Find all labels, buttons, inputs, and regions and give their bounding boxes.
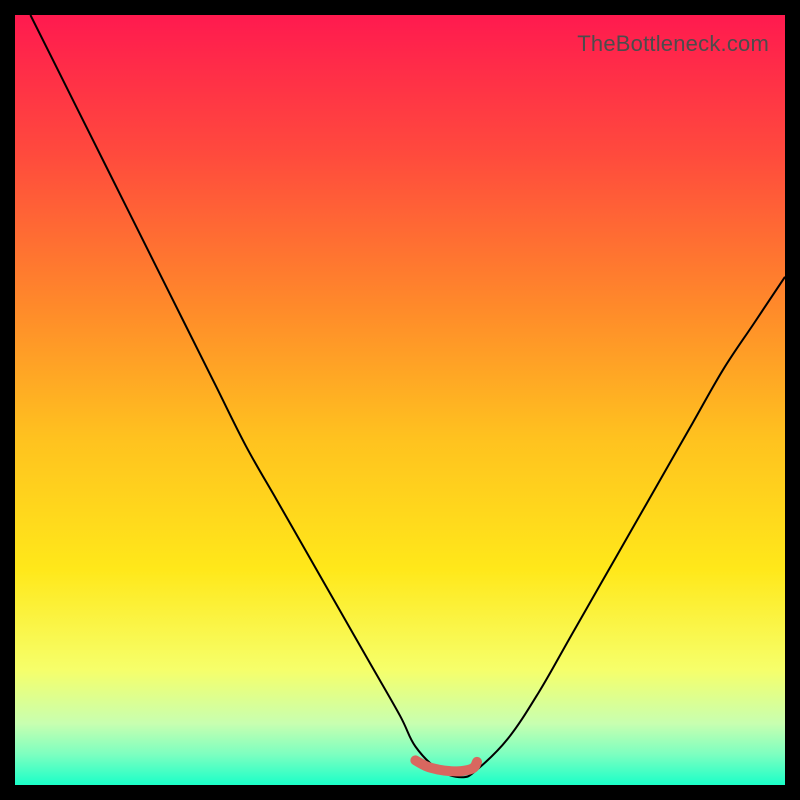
plot-area: TheBottleneck.com	[15, 15, 785, 785]
gradient-background	[15, 15, 785, 785]
chart-svg	[15, 15, 785, 785]
watermark-text: TheBottleneck.com	[577, 31, 769, 57]
chart-container: TheBottleneck.com	[0, 0, 800, 800]
